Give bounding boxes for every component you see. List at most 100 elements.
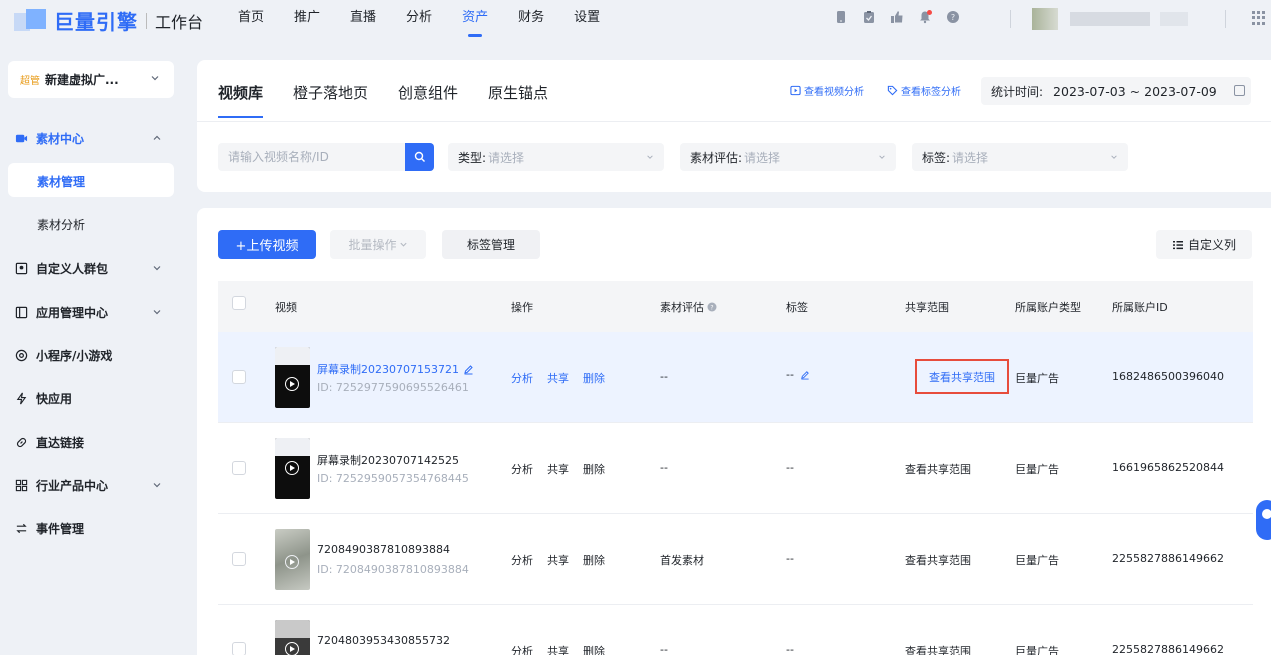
sidebar-item-custom-audience[interactable]: 自定义人群包 xyxy=(14,260,108,277)
table-row[interactable]: 7208490387810893884 ID: 7208490387810893… xyxy=(218,514,1253,605)
help-icon[interactable]: ? xyxy=(707,302,717,312)
view-tag-analysis-link[interactable]: 查看标签分析 xyxy=(887,83,961,98)
nav-home[interactable]: 首页 xyxy=(238,0,264,40)
chevron-down-icon[interactable] xyxy=(152,480,162,490)
chevron-down-icon[interactable] xyxy=(152,307,162,317)
tab-native-anchor[interactable]: 原生锚点 xyxy=(488,82,548,118)
video-name[interactable]: 屏幕录制20230707153721 xyxy=(317,361,474,377)
share-link[interactable]: 共享 xyxy=(547,461,569,477)
nav-settings[interactable]: 设置 xyxy=(574,0,600,40)
video-name[interactable]: 7204803953430855732 xyxy=(317,634,450,647)
video-name[interactable]: 屏幕录制20230707142525 xyxy=(317,452,459,468)
table-row[interactable]: 屏幕录制20230707142525 ID: 72529590573547684… xyxy=(218,423,1253,514)
tab-video-library[interactable]: 视频库 xyxy=(218,82,264,118)
row-checkbox[interactable] xyxy=(232,552,246,566)
filter-tag-label: 标签: xyxy=(922,150,951,165)
search-button[interactable] xyxy=(405,143,434,171)
row-operations: 分析 共享 删除 xyxy=(511,370,605,386)
header-eval-label: 素材评估 xyxy=(660,301,704,314)
view-share-scope-link[interactable]: 查看共享范围 xyxy=(905,552,971,568)
share-link[interactable]: 共享 xyxy=(547,643,569,655)
chevron-up-icon[interactable] xyxy=(152,133,162,143)
clipboard-icon[interactable] xyxy=(862,10,876,24)
apps-grid-icon[interactable] xyxy=(1252,11,1266,25)
tab-creative-component[interactable]: 创意组件 xyxy=(398,82,458,118)
search-input[interactable] xyxy=(218,143,403,171)
sidebar-item-material-center[interactable]: 素材中心 xyxy=(14,130,84,147)
row-checkbox[interactable] xyxy=(232,370,246,384)
avatar[interactable] xyxy=(1032,8,1058,30)
sidebar-item-direct-link[interactable]: 直达链接 xyxy=(14,434,84,451)
tag-cell: -- xyxy=(786,461,794,474)
edit-icon[interactable] xyxy=(800,370,810,380)
bell-icon[interactable] xyxy=(918,10,932,24)
share-link[interactable]: 共享 xyxy=(547,552,569,568)
sidebar-item-quick-app[interactable]: 快应用 xyxy=(14,390,72,407)
analyze-link[interactable]: 分析 xyxy=(511,552,533,568)
nav-live[interactable]: 直播 xyxy=(350,0,376,40)
custom-columns-button[interactable]: 自定义列 xyxy=(1156,230,1252,259)
view-share-scope-link[interactable]: 查看共享范围 xyxy=(905,461,971,477)
header-video: 视频 xyxy=(275,301,297,314)
table-row[interactable]: 屏幕录制20230707153721 ID: 72529775906955264… xyxy=(218,332,1253,423)
tag-manage-button[interactable]: 标签管理 xyxy=(442,230,540,259)
sidebar-item-app-center[interactable]: 应用管理中心 xyxy=(14,304,108,321)
analyze-link[interactable]: 分析 xyxy=(511,643,533,655)
batch-operation-button[interactable]: 批量操作 xyxy=(330,230,426,259)
tab-landing-page[interactable]: 橙子落地页 xyxy=(293,82,368,118)
delete-link[interactable]: 删除 xyxy=(583,552,605,568)
table-row[interactable]: 7204803953430855732 分析 共享 删除 -- -- 查看共享范… xyxy=(218,605,1253,655)
upload-video-button[interactable]: +上传视频 xyxy=(218,230,316,259)
nav-promotion[interactable]: 推广 xyxy=(294,0,320,40)
select-all-checkbox[interactable] xyxy=(232,296,246,310)
account-name-blurred[interactable] xyxy=(1070,12,1150,26)
video-thumbnail[interactable] xyxy=(275,438,310,499)
nav-analysis[interactable]: 分析 xyxy=(406,0,432,40)
chevron-down-icon xyxy=(1111,155,1117,159)
filter-evaluation-select[interactable]: 素材评估: 请选择 xyxy=(680,143,896,171)
delete-link[interactable]: 删除 xyxy=(583,461,605,477)
analyze-link[interactable]: 分析 xyxy=(511,370,533,386)
help-icon[interactable]: ? xyxy=(946,10,960,24)
batch-operation-label: 批量操作 xyxy=(348,238,397,252)
thumbs-up-icon[interactable] xyxy=(890,10,904,24)
stats-date-range[interactable]: 统计时间: 2023-07-03 ~ 2023-07-09 xyxy=(981,77,1251,105)
video-thumbnail[interactable] xyxy=(275,620,310,655)
delete-link[interactable]: 删除 xyxy=(583,643,605,655)
phone-icon[interactable] xyxy=(834,10,848,24)
sidebar-item-mini-program[interactable]: 小程序/小游戏 xyxy=(14,347,112,364)
toolbar-divider xyxy=(1225,10,1226,28)
video-thumbnail[interactable] xyxy=(275,529,310,590)
view-share-scope-link[interactable]: 查看共享范围 xyxy=(905,643,971,655)
acct-type-cell: 巨量广告 xyxy=(1015,645,1059,655)
edit-icon[interactable] xyxy=(463,364,474,375)
floating-assistant-icon[interactable] xyxy=(1256,500,1271,540)
account-switcher[interactable]: 超管 新建虚拟广... xyxy=(8,61,174,98)
chevron-down-icon[interactable] xyxy=(152,263,162,273)
brand-logo[interactable]: 巨量引擎 工作台 xyxy=(14,6,203,35)
video-id: ID: 7208490387810893884 xyxy=(317,563,469,576)
nav-assets[interactable]: 资产 xyxy=(462,0,488,40)
row-operations: 分析 共享 删除 xyxy=(511,643,605,655)
video-id: ID: 7252959057354768445 xyxy=(317,472,469,485)
delete-link[interactable]: 删除 xyxy=(583,370,605,386)
row-checkbox[interactable] xyxy=(232,461,246,475)
play-icon xyxy=(285,555,299,569)
sidebar-subitem-material-analysis[interactable]: 素材分析 xyxy=(37,216,85,233)
analyze-link[interactable]: 分析 xyxy=(511,461,533,477)
play-icon xyxy=(285,461,299,475)
filter-type-select[interactable]: 类型: 请选择 xyxy=(448,143,664,171)
video-thumbnail[interactable] xyxy=(275,347,310,408)
sidebar-subitem-material-manage[interactable]: 素材管理 xyxy=(37,173,85,190)
sidebar-item-industry-product[interactable]: 行业产品中心 xyxy=(14,477,108,494)
sidebar-item-event-manage[interactable]: 事件管理 xyxy=(14,520,84,537)
view-share-scope-link[interactable]: 查看共享范围 xyxy=(915,359,1009,394)
sidebar-subitem-active-bg xyxy=(8,163,174,197)
nav-finance[interactable]: 财务 xyxy=(518,0,544,40)
filter-tag-select[interactable]: 标签: 请选择 xyxy=(912,143,1128,171)
share-link[interactable]: 共享 xyxy=(547,370,569,386)
view-video-analysis-link[interactable]: 查看视频分析 xyxy=(790,83,864,98)
row-checkbox[interactable] xyxy=(232,642,246,655)
video-name[interactable]: 7208490387810893884 xyxy=(317,543,450,556)
view-tag-analysis-label: 查看标签分析 xyxy=(901,87,961,98)
